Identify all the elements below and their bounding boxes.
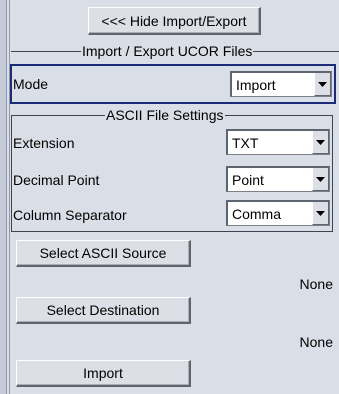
select-ascii-source-label: Select ASCII Source <box>39 245 167 261</box>
import-button-label: Import <box>83 365 123 381</box>
hide-import-export-label: <<< Hide Import/Export <box>101 12 247 29</box>
decimal-point-select[interactable]: Point <box>226 166 330 192</box>
hide-import-export-button[interactable]: <<< Hide Import/Export <box>88 7 261 35</box>
destination-value: None <box>299 334 333 350</box>
column-separator-select[interactable]: Comma <box>226 200 330 226</box>
triangle-down-icon[interactable] <box>312 168 329 191</box>
import-export-group-title: Import / Export UCOR Files <box>81 43 254 59</box>
select-destination-label: Select Destination <box>46 302 160 318</box>
select-ascii-source-button[interactable]: Select ASCII Source <box>16 240 191 267</box>
triangle-down-icon[interactable] <box>314 73 331 96</box>
mode-select[interactable]: Import <box>230 71 332 97</box>
mode-select-value: Import <box>236 76 276 93</box>
extension-label: Extension <box>13 135 75 151</box>
column-separator-label: Column Separator <box>13 207 127 223</box>
decimal-point-label: Decimal Point <box>13 172 100 188</box>
triangle-down-icon[interactable] <box>312 202 329 225</box>
panel-left-divider <box>9 0 10 394</box>
extension-select[interactable]: TXT <box>226 129 330 155</box>
column-separator-select-value: Comma <box>232 205 282 222</box>
ascii-source-value: None <box>299 276 333 292</box>
triangle-down-icon[interactable] <box>312 131 329 154</box>
import-button[interactable]: Import <box>16 360 191 387</box>
decimal-point-select-value: Point <box>232 171 264 188</box>
select-destination-button[interactable]: Select Destination <box>16 297 191 324</box>
panel-left-edge <box>0 0 7 394</box>
ascii-settings-title: ASCII File Settings <box>105 107 225 123</box>
mode-label: Mode <box>13 76 49 92</box>
extension-select-value: TXT <box>232 134 259 151</box>
